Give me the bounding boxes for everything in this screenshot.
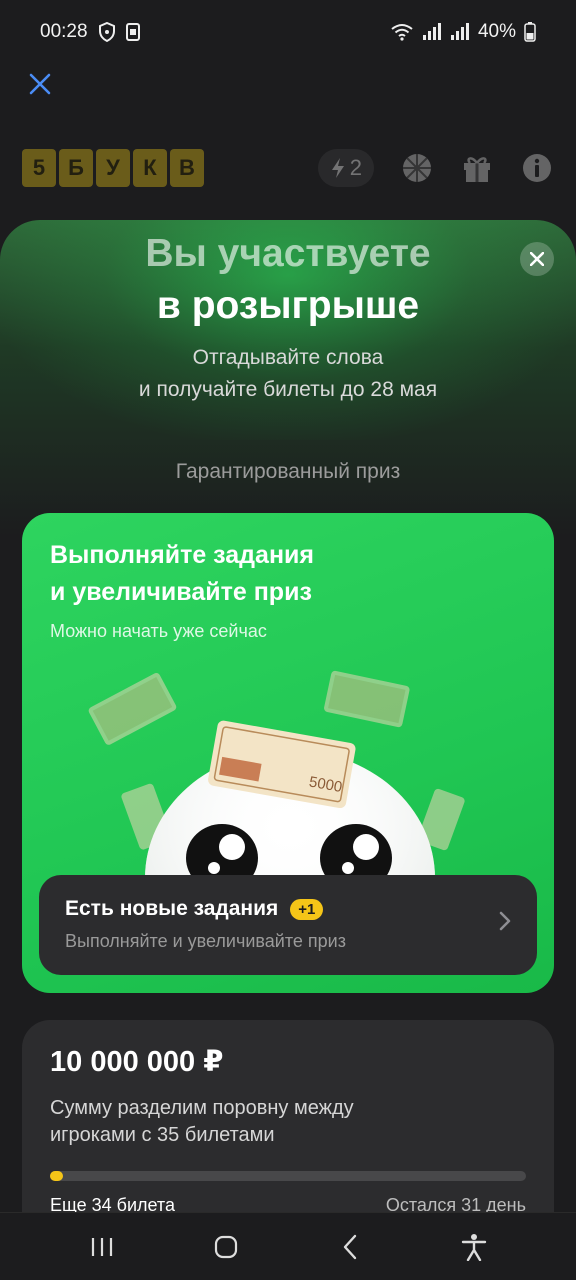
guaranteed-prize-label: Гарантированный приз [175,460,401,483]
info-icon [523,154,551,182]
prize-description: Сумму разделим поровну между игроками с … [50,1095,526,1149]
recents-icon [91,1237,113,1256]
logo-letter: У [96,149,130,187]
sheet-close-button[interactable] [520,242,554,276]
screen: 00:28 40% 5 Б У К В 2 Вы участвуете в ро… [0,0,576,1280]
info-button[interactable] [520,151,554,185]
shield-icon [98,22,116,42]
tasks-card-title-line1: Выполняйте задания [50,541,315,569]
prize-description-line2: игроками с 35 билетами [50,1124,275,1146]
signal-icon-2 [450,23,470,41]
battery-icon [524,22,536,42]
game-logo: 5 Б У К В [22,149,204,187]
logo-letter: К [133,149,167,187]
home-icon [214,1235,238,1258]
gift-button[interactable] [460,151,494,185]
accessibility-icon [461,1233,487,1261]
sim-card-icon [125,23,140,41]
tasks-card-title: Выполняйте задания и увеличивайте приз [50,537,314,611]
tasks-promo-card[interactable]: Выполняйте задания и увеличивайте приз М… [22,513,554,993]
close-icon [29,73,51,95]
game-header: 5 Б У К В 2 [22,146,554,190]
top-close-button[interactable] [22,66,58,102]
new-tasks-subtitle: Выполняйте и увеличивайте приз [65,931,346,951]
accessibility-button[interactable] [450,1223,498,1271]
sheet-title: Вы участвуете в розыгрыше [0,228,576,332]
logo-letter: 5 [22,149,56,187]
gift-icon [464,157,490,182]
recents-button[interactable] [78,1223,126,1271]
energy-badge[interactable]: 2 [317,149,374,187]
back-button[interactable] [326,1223,374,1271]
new-tasks-title: Есть новые задания [65,897,279,920]
sheet-subtitle-line1: Отгадывайте слова [192,346,384,369]
prize-amount: 10 000 000 ₽ [50,1046,224,1078]
energy-count: 2 [349,155,362,180]
status-time: 00:28 [40,21,88,42]
tasks-card-title-line2: и увеличивайте приз [50,578,312,606]
new-tasks-badge: +1 [290,898,324,920]
sheet-title-line2: в розыгрыше [156,284,420,327]
sheet-subtitle-line2: и получайте билеты до 28 мая [138,378,438,401]
sheet-title-line1: Вы участвуете [145,232,431,275]
back-icon [343,1234,357,1259]
close-icon [530,252,544,266]
raffle-sheet: Вы участвуете в розыгрыше Отгадывайте сл… [0,220,576,1280]
mascot-illustration: 5000 [88,670,465,883]
signal-icon [422,23,442,41]
new-tasks-panel[interactable]: Есть новые задания +1 Выполняйте и увели… [39,875,537,975]
tickets-progress-bar [50,1171,526,1181]
battery-percent: 40% [477,21,516,42]
wheel-icon [403,154,431,182]
status-bar: 00:28 40% [0,0,576,64]
logo-letter: В [170,149,204,187]
logo-letter: Б [59,149,93,187]
wheel-button[interactable] [400,151,434,185]
tickets-progress-fill [50,1171,64,1181]
prize-description-line1: Сумму разделим поровну между [50,1097,354,1119]
wifi-icon [390,23,414,41]
home-button[interactable] [202,1223,250,1271]
lightning-icon [331,158,344,178]
chevron-right-icon [499,911,511,931]
system-nav-bar [0,1212,576,1280]
sheet-subtitle: Отгадывайте слова и получайте билеты до … [0,342,576,406]
tasks-card-subtitle: Можно начать уже сейчас [50,621,267,641]
